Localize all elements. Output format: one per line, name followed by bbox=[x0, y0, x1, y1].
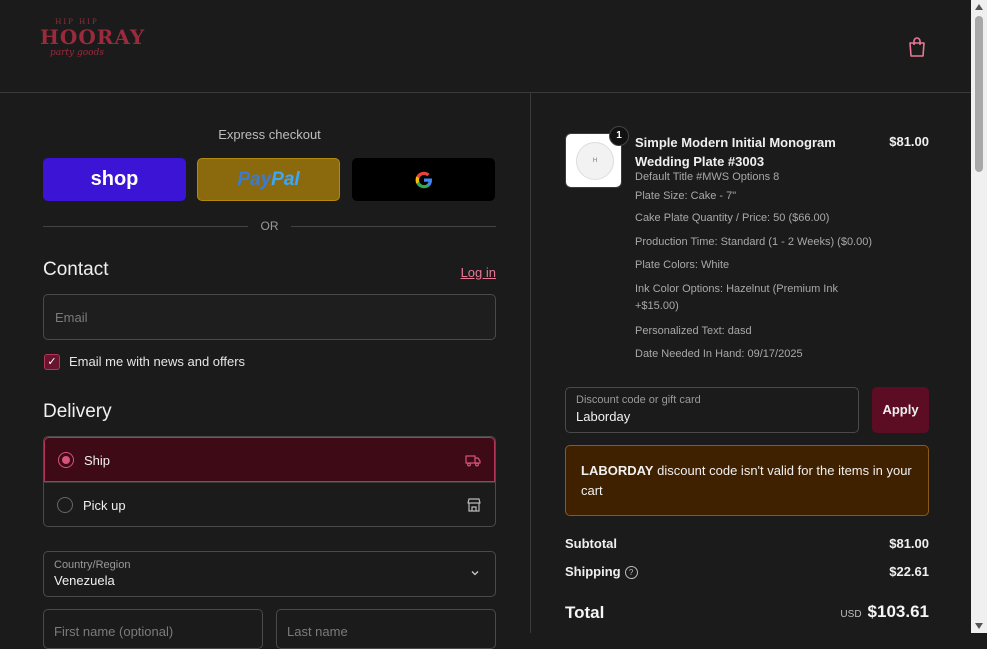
newsletter-label: Email me with news and offers bbox=[69, 354, 246, 369]
delivery-option-ship[interactable]: Ship bbox=[44, 437, 495, 482]
first-name-placeholder: First name (optional) bbox=[54, 624, 174, 639]
discount-error-alert: LABORDAY discount code isn't valid for t… bbox=[565, 445, 929, 516]
product-property: Production Time: Standard (1 - 2 Weeks) … bbox=[635, 236, 873, 248]
paypal-button[interactable]: Pay Pal bbox=[197, 158, 340, 201]
chevron-down-icon bbox=[471, 571, 479, 576]
order-summary: H 1 Simple Modern Initial Monogram Weddi… bbox=[531, 93, 971, 633]
express-checkout-title: Express checkout bbox=[218, 127, 321, 142]
product-title: Simple Modern Initial Monogram Wedding P… bbox=[635, 135, 836, 169]
total-value-group: USD $103.61 bbox=[840, 602, 929, 622]
logo-sub-text: party goods bbox=[50, 48, 104, 58]
discount-label: Discount code or gift card bbox=[576, 394, 701, 406]
or-divider: OR bbox=[43, 219, 496, 233]
product-property: Plate Colors: White bbox=[635, 259, 730, 271]
checkout-form: Express checkout shop Pay Pal OR Contact … bbox=[0, 93, 531, 649]
paypal-label-pay: Pay bbox=[237, 168, 272, 190]
country-label: Country/Region bbox=[54, 559, 131, 571]
currency-code: USD bbox=[840, 609, 862, 620]
apply-discount-button[interactable]: Apply bbox=[872, 387, 929, 433]
product-property: Default Title #MWS Options 8 bbox=[635, 171, 780, 183]
contact-title: Contact bbox=[43, 259, 109, 280]
product-property: Plate Size: Cake - 7" bbox=[635, 190, 737, 202]
alert-text: LABORDAY discount code isn't valid for t… bbox=[581, 461, 916, 501]
country-select[interactable]: Country/Region Venezuela bbox=[43, 551, 496, 597]
store-icon bbox=[467, 498, 481, 512]
email-placeholder: Email bbox=[55, 310, 88, 325]
ship-radio[interactable] bbox=[58, 452, 74, 468]
product-property: Date Needed In Hand: 09/17/2025 bbox=[635, 348, 803, 360]
shipping-label: Shipping bbox=[565, 564, 621, 579]
shipping-row: Shipping? $22.61 bbox=[565, 564, 929, 580]
shop-pay-button[interactable]: shop bbox=[43, 158, 186, 201]
google-icon bbox=[415, 171, 432, 188]
paypal-label-pal: Pal bbox=[271, 168, 300, 190]
total-value: $103.61 bbox=[867, 602, 929, 621]
header: HIP HIP HOORAY party goods bbox=[0, 0, 971, 93]
product-property: Cake Plate Quantity / Price: 50 ($66.00) bbox=[635, 212, 830, 224]
product-property: Ink Color Options: Hazelnut (Premium Ink… bbox=[635, 283, 838, 312]
subtotal-row: Subtotal $81.00 bbox=[565, 536, 929, 551]
scroll-up-arrow-icon[interactable] bbox=[975, 4, 983, 10]
store-logo[interactable]: HIP HIP HOORAY party goods bbox=[40, 16, 146, 74]
delivery-option-pickup[interactable]: Pick up bbox=[44, 482, 495, 526]
google-pay-button[interactable] bbox=[352, 158, 495, 201]
logo-main-text: HOORAY bbox=[40, 25, 146, 49]
delivery-method-group: Ship Pick up bbox=[43, 436, 496, 527]
first-name-field[interactable]: First name (optional) bbox=[43, 609, 263, 649]
truck-icon bbox=[465, 455, 481, 467]
quantity-badge: 1 bbox=[609, 126, 629, 146]
plate-image: H bbox=[576, 142, 614, 180]
product-price: $81.00 bbox=[889, 134, 929, 149]
subtotal-value: $81.00 bbox=[889, 536, 929, 551]
pickup-label: Pick up bbox=[83, 498, 126, 513]
help-icon[interactable]: ? bbox=[624, 566, 638, 580]
alert-code: LABORDAY bbox=[581, 463, 654, 478]
email-field[interactable]: Email bbox=[43, 294, 496, 340]
login-link[interactable]: Log in bbox=[461, 265, 496, 280]
newsletter-checkbox[interactable]: ✓ bbox=[44, 354, 60, 370]
scroll-down-arrow-icon[interactable] bbox=[975, 623, 983, 629]
last-name-field[interactable]: Last name bbox=[276, 609, 496, 649]
scroll-thumb[interactable] bbox=[975, 16, 983, 172]
last-name-placeholder: Last name bbox=[287, 624, 348, 639]
delivery-title: Delivery bbox=[43, 401, 112, 422]
total-label: Total bbox=[565, 603, 605, 622]
shipping-value: $22.61 bbox=[889, 564, 929, 579]
subtotal-label: Subtotal bbox=[565, 536, 617, 551]
shopping-bag-icon[interactable] bbox=[907, 36, 927, 58]
country-value: Venezuela bbox=[54, 573, 115, 588]
or-line-right bbox=[291, 226, 496, 227]
discount-value: Laborday bbox=[576, 409, 631, 424]
page-scrollbar[interactable] bbox=[971, 0, 987, 633]
shop-pay-label: shop bbox=[90, 168, 139, 190]
product-property: Personalized Text: dasd bbox=[635, 325, 752, 337]
pickup-radio[interactable] bbox=[57, 497, 73, 513]
ship-label: Ship bbox=[84, 453, 111, 468]
discount-code-field[interactable]: Discount code or gift card Laborday bbox=[565, 387, 859, 433]
